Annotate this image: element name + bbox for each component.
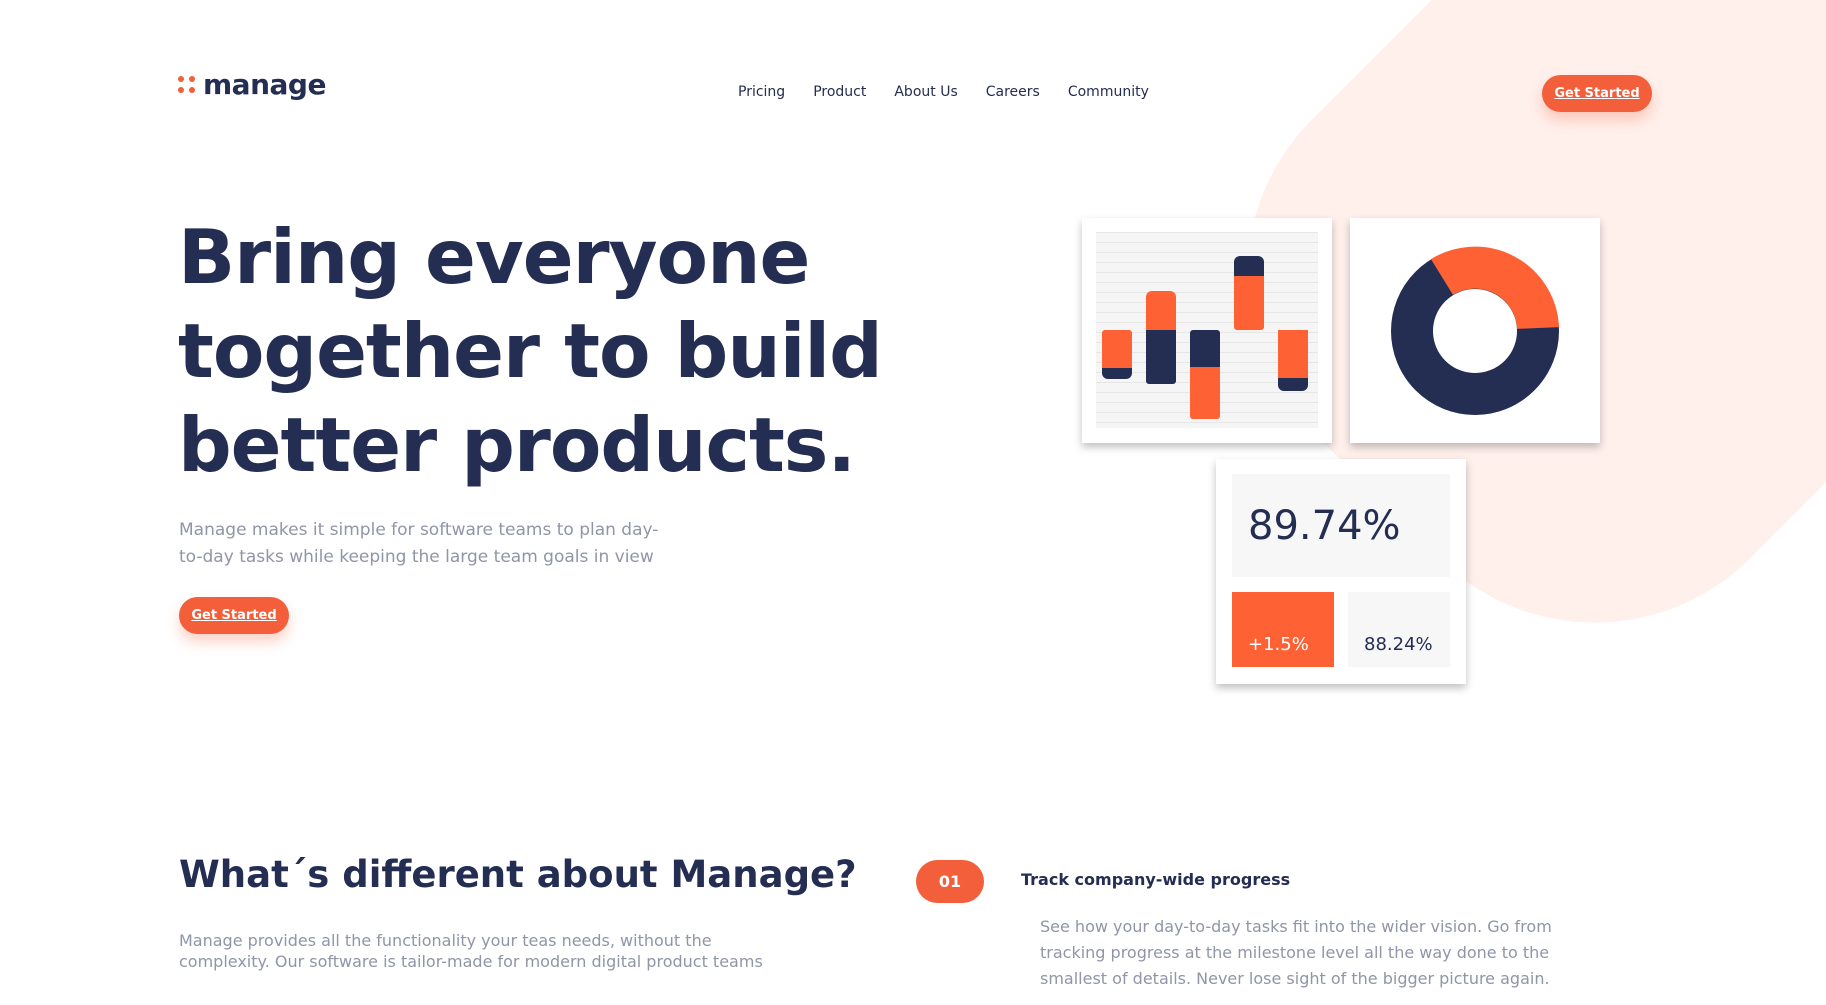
bar-segment — [1102, 330, 1132, 368]
hero-description: Manage makes it simple for software team… — [179, 520, 659, 567]
feature-number-badge: 01 — [916, 860, 984, 903]
nav-item-product[interactable]: Product — [813, 84, 866, 100]
donut-chart-illustration — [1391, 246, 1559, 415]
stat-secondary-value: 88.24% — [1348, 592, 1450, 667]
stat-main-value: 89.74% — [1232, 474, 1450, 577]
nav-item-community[interactable]: Community — [1068, 84, 1149, 100]
stats-card: 89.74% +1.5% 88.24% — [1216, 459, 1466, 684]
features-description: Manage provides all the functionality yo… — [179, 931, 763, 971]
hero-get-started-button[interactable]: Get Started — [179, 597, 289, 634]
donut-chart-card — [1350, 218, 1600, 443]
nav-item-about-us[interactable]: About Us — [894, 84, 957, 100]
nav-item-pricing[interactable]: Pricing — [738, 84, 785, 100]
header-get-started-button[interactable]: Get Started — [1542, 75, 1652, 112]
nav-item-careers[interactable]: Careers — [986, 84, 1040, 100]
bar-segment — [1234, 256, 1264, 276]
logo[interactable]: manage — [178, 68, 326, 101]
bar-segment — [1278, 378, 1308, 391]
bar-segment — [1146, 330, 1176, 384]
bar-chart-card — [1082, 218, 1332, 443]
main-nav: Pricing Product About Us Careers Communi… — [738, 84, 1149, 100]
logo-text: manage — [203, 68, 326, 101]
feature-title: Track company-wide progress — [1021, 870, 1291, 889]
bar-segment — [1234, 276, 1264, 330]
site-header: manage Pricing Product About Us Careers … — [0, 0, 1826, 190]
features-title: What´s different about Manage? — [179, 853, 857, 896]
bar-segment — [1102, 368, 1132, 379]
hero-title: Bring everyone together to build better … — [178, 213, 883, 489]
bar-segment — [1190, 330, 1220, 367]
stat-change-value: +1.5% — [1232, 592, 1334, 667]
bar-segment — [1190, 367, 1220, 419]
feature-description: See how your day-to-day tasks fit into t… — [1040, 917, 1552, 988]
bar-segment — [1278, 330, 1308, 378]
bar-chart-illustration — [1096, 232, 1318, 428]
four-dots-icon — [178, 76, 195, 93]
bar-segment — [1146, 291, 1176, 330]
